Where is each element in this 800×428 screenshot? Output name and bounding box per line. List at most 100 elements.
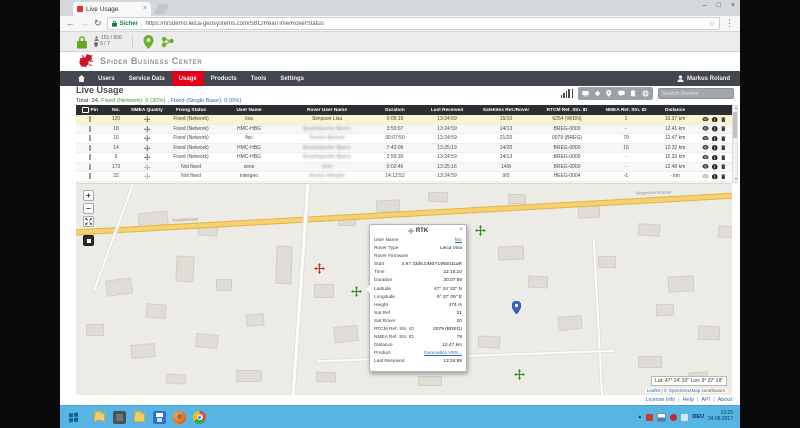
back-icon[interactable] (66, 19, 75, 28)
tray-volume-icon[interactable] (681, 414, 688, 421)
info-icon[interactable] (712, 117, 718, 123)
delete-icon[interactable] (721, 174, 726, 180)
row-checkbox[interactable] (89, 154, 91, 160)
delete-icon[interactable] (721, 126, 726, 132)
map-pin-icon[interactable] (606, 90, 613, 97)
view-on-map-icon[interactable] (702, 145, 709, 151)
chrome-icon[interactable] (193, 411, 206, 424)
column-header[interactable]: Duration (372, 108, 418, 113)
layers-button[interactable] (83, 235, 94, 246)
hidden-icons-chevron[interactable]: ▲ (637, 414, 642, 420)
tab-close-icon[interactable] (143, 6, 147, 12)
column-header[interactable]: Last Received (418, 108, 476, 113)
popup-close-icon[interactable]: × (459, 226, 463, 233)
folder-icon[interactable] (133, 411, 146, 424)
row-checkbox[interactable] (89, 164, 91, 170)
taskbar-clock[interactable]: 13:25 24.08.2017 (708, 411, 733, 423)
row-checkbox[interactable] (89, 173, 91, 179)
footer-link-help[interactable]: Help (683, 397, 694, 403)
delete-icon[interactable] (721, 145, 726, 151)
footer-link-license-info[interactable]: License Info (645, 397, 675, 403)
info-icon[interactable] (712, 155, 718, 161)
view-on-map-icon[interactable] (702, 126, 709, 132)
table-row[interactable]: 16Fixed (Network)fiscFischer Michele30:0… (76, 134, 732, 144)
delete-icon[interactable] (721, 164, 726, 170)
column-header[interactable]: RTCM Ref. Stn. ID (536, 108, 598, 113)
home-icon[interactable] (72, 71, 91, 86)
row-checkbox[interactable] (89, 126, 91, 132)
save-tool-icon[interactable] (153, 411, 166, 424)
message-icon[interactable] (618, 90, 625, 97)
scrollbar-thumb[interactable] (733, 112, 737, 138)
table-row[interactable]: 173Not fixedzenozeno0:02:4613:25:1614/8B… (76, 163, 732, 173)
firefox-icon[interactable] (173, 411, 186, 424)
column-header[interactable]: Satellites Ref./Rover (476, 108, 536, 113)
view-on-map-icon[interactable] (702, 155, 709, 161)
info-icon[interactable] (712, 145, 718, 151)
table-scrollbar[interactable] (732, 105, 738, 183)
tray-shield-icon[interactable] (670, 414, 677, 421)
trash-icon[interactable] (630, 90, 637, 97)
nav-item-usage[interactable]: Usage (172, 71, 204, 86)
column-header[interactable]: NMEA Ref. Stn. ID (598, 108, 654, 113)
info-icon[interactable] (712, 126, 718, 132)
file-explorer-icon[interactable] (93, 411, 106, 424)
column-header[interactable]: NMEA Quality (128, 108, 166, 113)
bookmark-star-icon[interactable] (709, 20, 715, 28)
footer-link-api[interactable]: API (701, 397, 710, 403)
address-bar[interactable]: Sicher | https://nrsdemo.leica-geosystem… (107, 17, 720, 30)
nav-item-service-data[interactable]: Service Data (122, 71, 172, 86)
keyboard-language[interactable]: DEU (692, 414, 704, 420)
diamond-icon[interactable] (594, 90, 601, 97)
user-menu[interactable]: Markus Roland (677, 75, 740, 82)
column-header[interactable]: User Name (216, 108, 282, 113)
map[interactable]: Hauptstrasse Bregenzerstrasse (76, 183, 732, 395)
app-window-icon[interactable] (113, 411, 126, 424)
scroll-up-icon[interactable] (733, 106, 739, 111)
globe-icon[interactable] (642, 90, 649, 97)
zoom-in-button[interactable] (83, 190, 94, 201)
rover-marker-red[interactable] (314, 261, 325, 272)
column-header[interactable]: No. (104, 108, 128, 113)
window-maximize-icon[interactable] (717, 2, 721, 9)
view-on-map-icon[interactable] (702, 164, 709, 170)
footer-link-about[interactable]: About (718, 397, 732, 403)
column-header[interactable]: Fixing Status (166, 108, 216, 113)
popup-field-link[interactable]: fisc (455, 237, 462, 245)
browser-menu-icon[interactable] (725, 19, 734, 28)
view-on-map-icon[interactable] (702, 117, 709, 123)
nav-item-settings[interactable]: Settings (273, 71, 311, 86)
tray-app-red-icon[interactable] (646, 414, 653, 421)
popup-field-link[interactable]: Geomatics VRS... (424, 350, 462, 358)
tray-flag-icon[interactable] (657, 413, 666, 422)
row-checkbox[interactable] (89, 145, 91, 151)
reference-station-pin[interactable] (512, 301, 521, 314)
new-tab-button[interactable] (154, 4, 170, 14)
rover-marker-green[interactable] (475, 223, 486, 234)
view-on-map-icon[interactable] (702, 174, 709, 180)
window-close-icon[interactable] (731, 2, 735, 9)
column-header[interactable]: Distance (654, 108, 696, 113)
nav-item-products[interactable]: Products (204, 71, 244, 86)
delete-icon[interactable] (721, 155, 726, 161)
scroll-down-icon[interactable] (733, 177, 739, 182)
forward-icon[interactable] (80, 19, 89, 28)
info-icon[interactable] (712, 136, 718, 142)
signal-bars-icon[interactable] (561, 89, 574, 98)
table-row[interactable]: 18Fixed (Network)HMC-HBGBeutelspacher Bj… (76, 125, 732, 135)
reload-icon[interactable] (94, 19, 102, 28)
info-icon[interactable] (712, 164, 718, 170)
view-on-map-icon[interactable] (702, 136, 709, 142)
search-input[interactable] (658, 88, 734, 99)
column-header[interactable]: Pin (76, 107, 104, 114)
column-header[interactable]: Rover User Name (282, 108, 372, 113)
select-all-checkbox[interactable] (82, 107, 89, 114)
leaflet-link[interactable]: Leaflet (647, 388, 661, 393)
monitor-icon[interactable] (582, 90, 589, 97)
table-row[interactable]: 22Not fixedintergeoAccess Intergeo14:12:… (76, 172, 732, 182)
row-checkbox[interactable] (89, 116, 91, 122)
network-nodes-icon[interactable] (160, 35, 175, 49)
rover-marker-green[interactable] (514, 367, 525, 378)
fullscreen-button[interactable] (83, 216, 94, 227)
zoom-out-button[interactable] (83, 203, 94, 214)
